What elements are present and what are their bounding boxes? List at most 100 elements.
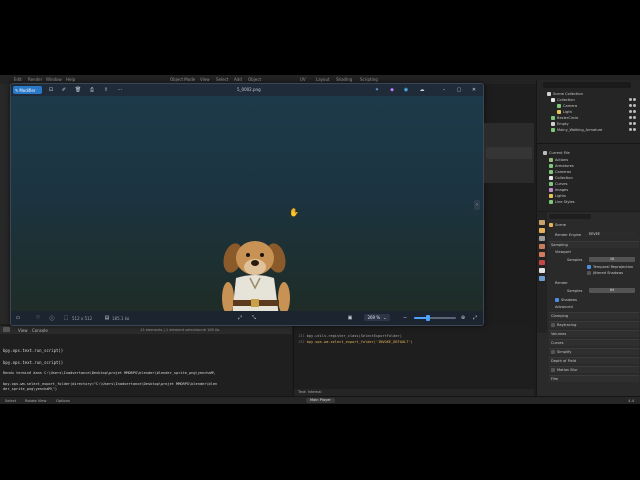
menu-item[interactable]: Edit	[14, 77, 22, 82]
zoom-slider-handle[interactable]	[426, 315, 431, 321]
maximize-icon[interactable]: ▢	[456, 87, 462, 93]
image-size-icon: ⬚	[63, 315, 69, 321]
editor-type-icon[interactable]	[3, 327, 10, 332]
image-dimensions: 512 x 512	[72, 316, 93, 321]
render-subsection[interactable]: Render	[549, 279, 639, 286]
designer-icon[interactable]: ◆	[389, 87, 395, 93]
zoom-out-icon[interactable]: −	[402, 315, 408, 321]
properties-section[interactable]: Motion Blur	[549, 366, 639, 373]
shadows-row[interactable]: Shadows	[549, 296, 639, 303]
viewport-samples-field[interactable]: 16	[589, 257, 635, 262]
viewport-samples-row: Samples 16	[549, 256, 639, 263]
draw-icon[interactable]: ✐	[61, 87, 67, 93]
section-label: Volumes	[551, 332, 567, 336]
output-tab-icon[interactable]	[539, 236, 545, 241]
properties-section[interactable]: Clamping	[549, 312, 639, 319]
properties-section[interactable]: Curves	[549, 339, 639, 346]
menu-item[interactable]: Select	[216, 77, 228, 82]
jittered-row[interactable]: Jittered Shadows	[549, 269, 639, 276]
menu-item[interactable]: UV	[300, 77, 306, 82]
texture-tab-icon[interactable]	[539, 276, 545, 281]
visibility-toggle[interactable]	[629, 116, 637, 120]
render-engine-select[interactable]: EEVEE	[585, 232, 635, 237]
code-line[interactable]: bpy.ops.wm.select_export_folder('INVOKE_…	[307, 340, 413, 344]
filmstrip-icon[interactable]: ▭	[15, 315, 21, 321]
current-file-label: Collection	[555, 176, 573, 180]
info-icon[interactable]: ⓘ	[49, 315, 55, 322]
clipchamp-icon[interactable]: ◉	[403, 87, 409, 93]
favorite-icon[interactable]: ♡	[35, 315, 41, 321]
crop-icon[interactable]: ⊡	[48, 87, 54, 93]
world-tab-icon[interactable]	[539, 260, 545, 265]
file-size: 185.1 ko	[112, 316, 130, 321]
more-icon[interactable]: ⋯	[117, 87, 123, 93]
status-select: Select	[5, 399, 17, 403]
copilot-icon[interactable]: ✦	[374, 87, 380, 93]
file-size-icon: ▤	[104, 315, 110, 321]
tool-tab-icon[interactable]	[539, 220, 545, 225]
menu-item[interactable]: Object	[248, 77, 261, 82]
fit-icon[interactable]: ⤢	[237, 315, 243, 321]
render-tab-icon[interactable]	[539, 228, 545, 233]
collection-tab-icon[interactable]	[539, 268, 545, 273]
zoom-level-select[interactable]: 269 % ⌄	[364, 314, 390, 321]
sampling-section[interactable]: Sampling	[549, 241, 639, 248]
current-file-row[interactable]: Current File	[543, 150, 570, 156]
image-viewer-window: ✎ Modifier ⊡ ✐ 🗑 ⎙ ⇪ ⋯ 5_0002.png ✦ ◆ ◉ …	[10, 83, 484, 326]
properties-section[interactable]: Volumes	[549, 330, 639, 337]
version-label: 4.4	[628, 399, 634, 403]
advanced-row[interactable]: Advanced	[549, 303, 639, 310]
visibility-toggle[interactable]	[629, 110, 637, 114]
properties-section[interactable]: Raytracing	[549, 321, 639, 328]
section-label: Curves	[551, 341, 564, 345]
menu-item[interactable]: View	[200, 77, 210, 82]
viewport-panel-tab[interactable]	[486, 147, 532, 159]
image-canvas[interactable]: › ✋	[11, 96, 483, 325]
current-file-row[interactable]: Line Styles	[549, 199, 575, 205]
outliner-search[interactable]	[543, 82, 631, 88]
visibility-toggle[interactable]	[629, 104, 637, 108]
render-samples-field[interactable]: 64	[589, 288, 635, 293]
menu-view[interactable]: View	[18, 328, 28, 333]
outliner-row[interactable]: Mainy_Walking_Armature	[551, 127, 602, 133]
share-icon[interactable]: ⇪	[103, 87, 109, 93]
menu-item[interactable]: Render	[28, 77, 42, 82]
temporal-label: Temporal Reprojection	[593, 264, 634, 269]
scene-tab-icon[interactable]	[539, 252, 545, 257]
zoom-slider[interactable]	[414, 315, 456, 321]
menu-item[interactable]: Shading	[336, 77, 352, 82]
delete-icon[interactable]: 🗑	[75, 87, 81, 93]
next-image-icon[interactable]: ›	[474, 200, 480, 210]
menu-item[interactable]: Object Mode	[170, 77, 195, 82]
cloud-icon[interactable]: ☁	[419, 87, 425, 93]
visibility-toggle[interactable]	[629, 98, 637, 102]
properties-section[interactable]: Depth of Field	[549, 357, 639, 364]
minimize-icon[interactable]: –	[441, 87, 447, 93]
menu-item[interactable]: Scripting	[360, 77, 378, 82]
viewport-subsection[interactable]: Viewport	[549, 248, 639, 255]
visibility-toggle[interactable]	[629, 128, 637, 132]
render-label: Render	[555, 280, 568, 285]
menu-item[interactable]: Window	[46, 77, 62, 82]
properties-search[interactable]	[549, 214, 591, 219]
properties-section[interactable]: Film	[549, 375, 639, 382]
properties-section[interactable]: Simplify	[549, 348, 639, 355]
visibility-toggle[interactable]	[629, 122, 637, 126]
fit-window-icon[interactable]: ▣	[347, 315, 353, 321]
menu-item[interactable]: Add	[234, 77, 242, 82]
view-layer-tab-icon[interactable]	[539, 244, 545, 249]
menu-item[interactable]: Layout	[316, 77, 330, 82]
fullscreen-icon[interactable]: ⤢	[472, 315, 478, 321]
menu-console[interactable]: Console	[32, 328, 48, 333]
taskbar-tab[interactable]: Main Player	[306, 398, 335, 403]
actual-size-icon[interactable]: ⤡	[251, 315, 257, 321]
status-bar: Select Rotate View Options Main Player 4…	[0, 396, 640, 404]
close-icon[interactable]: ✕	[471, 87, 477, 93]
print-icon[interactable]: ⎙	[89, 87, 95, 93]
section-label: Motion Blur	[557, 368, 578, 372]
file-icon	[543, 151, 547, 155]
modify-button[interactable]: ✎ Modifier	[13, 86, 42, 94]
zoom-in-icon[interactable]: ⊕	[460, 315, 466, 321]
code-line[interactable]: bpy.utils.register_class(SelectExportFol…	[307, 334, 402, 338]
menu-item[interactable]: Help	[66, 77, 75, 82]
